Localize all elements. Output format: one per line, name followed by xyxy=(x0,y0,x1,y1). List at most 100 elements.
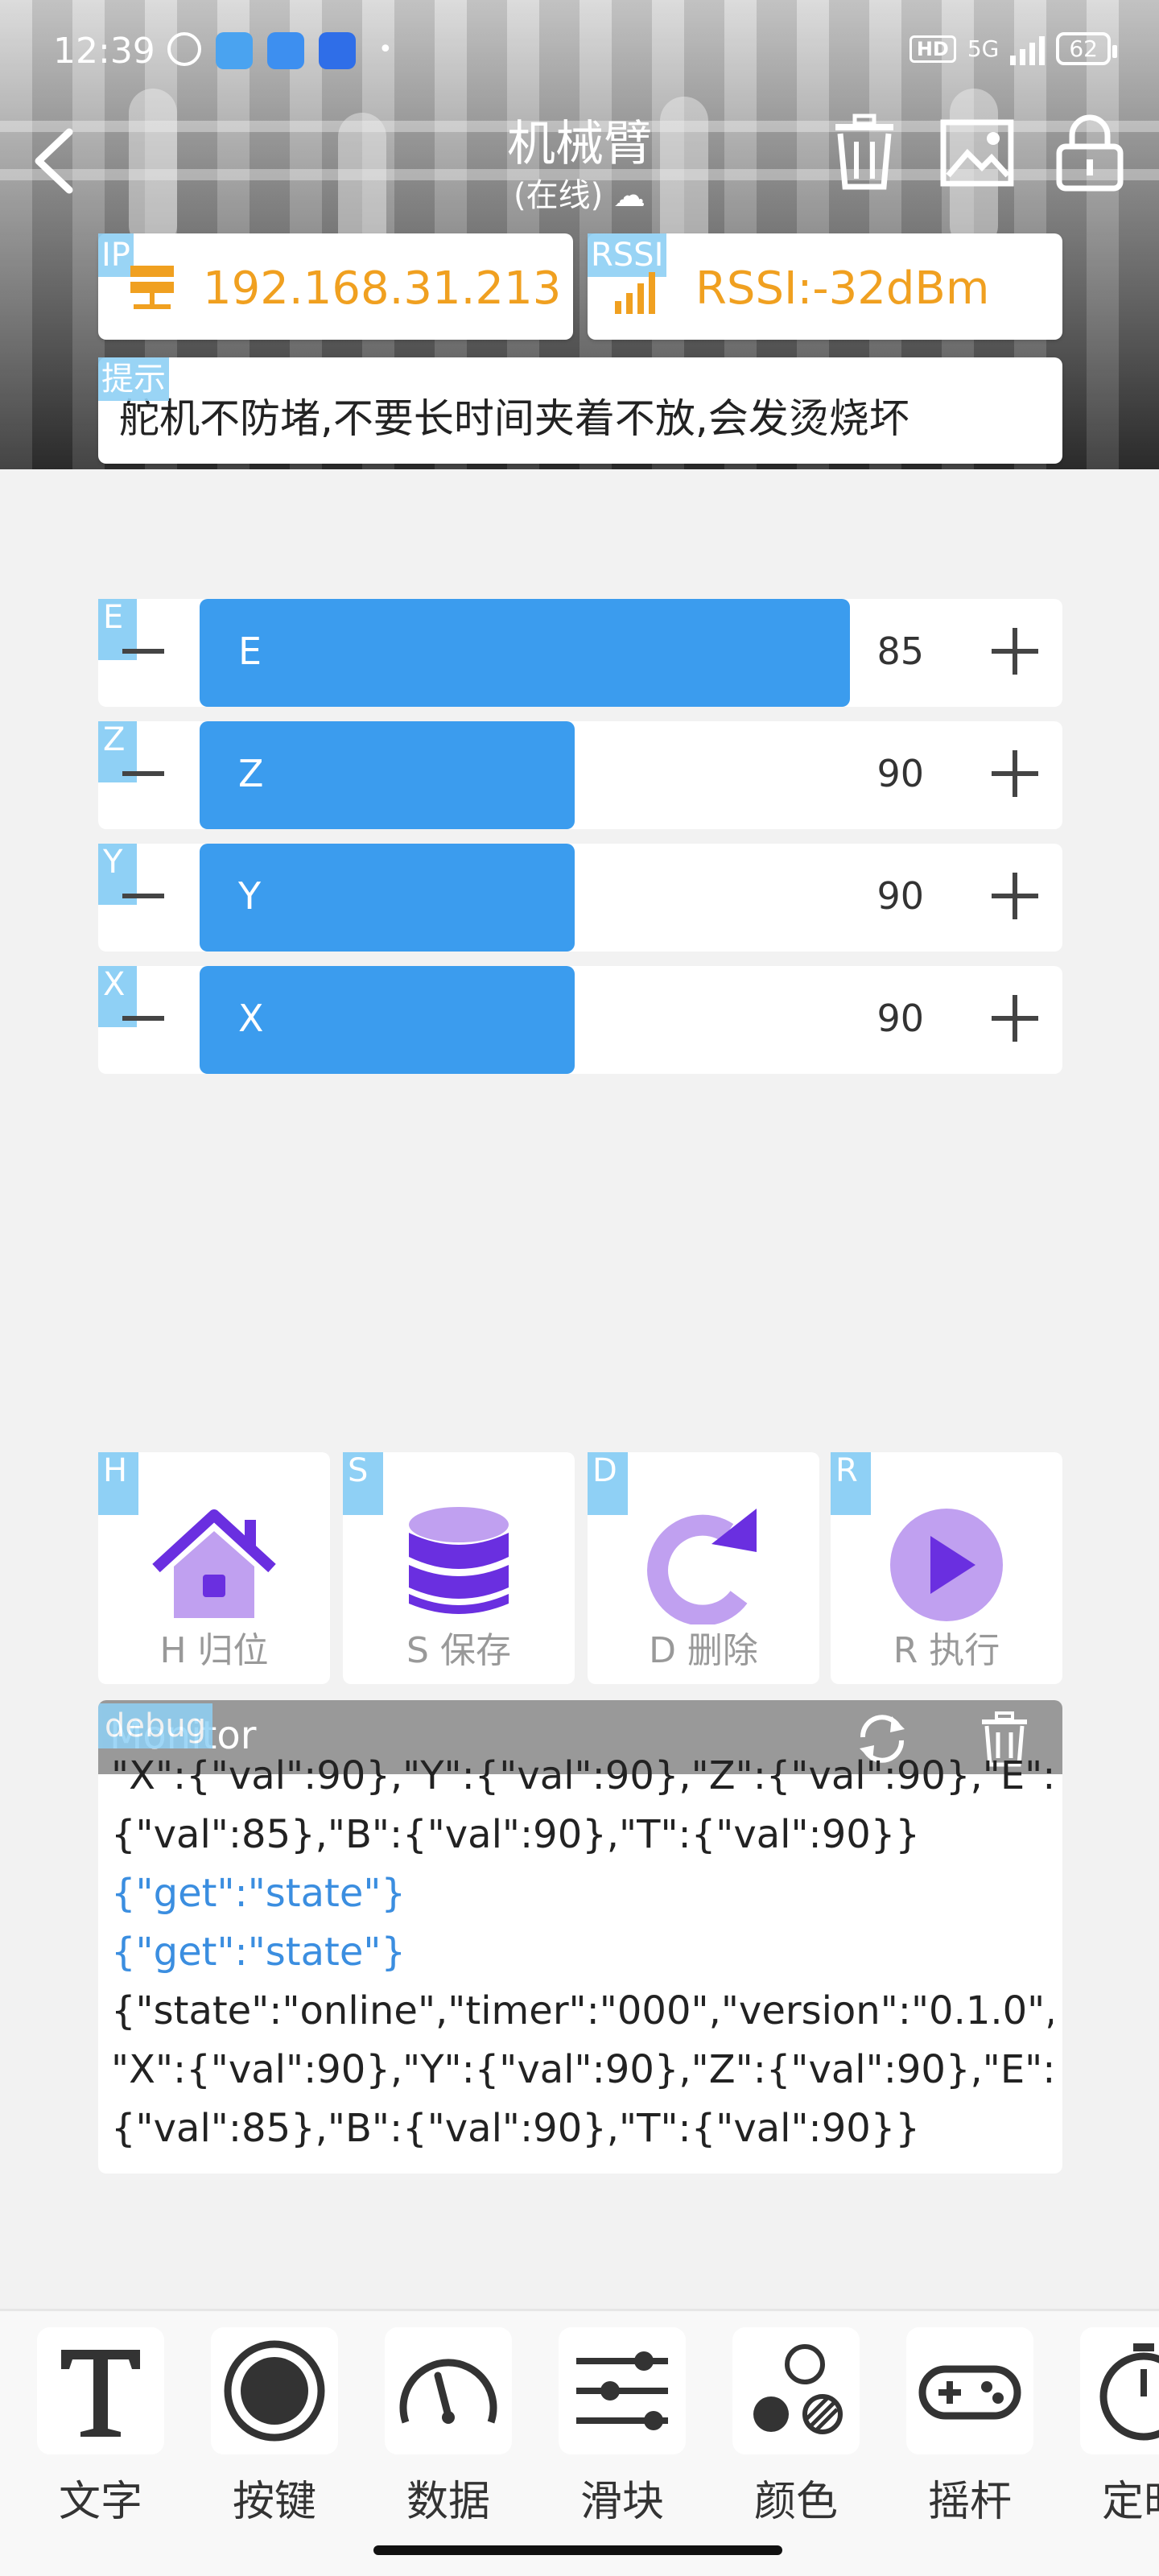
network-type: 5G xyxy=(967,35,1000,62)
decrement-button[interactable] xyxy=(122,649,164,654)
chat-app-icon xyxy=(267,32,304,69)
log-line: {"get":"state"} xyxy=(111,1930,406,1975)
toolbar-item-joystick[interactable]: 摇杆 xyxy=(906,2327,1033,2528)
action-label: S 保存 xyxy=(406,1630,511,1671)
delete-button[interactable] xyxy=(827,111,901,192)
tool-label: 颜色 xyxy=(753,2478,838,2526)
log-line: {"val":85},"B":{"val":90},"T":{"val":90}… xyxy=(111,2106,920,2151)
action-label: H 归位 xyxy=(159,1630,269,1671)
signal-icon xyxy=(1010,33,1046,65)
tool-box xyxy=(906,2327,1033,2454)
tool-label: 摇杆 xyxy=(927,2478,1012,2526)
delete-action-button[interactable]: D D 删除 xyxy=(588,1452,819,1684)
home-action-button[interactable]: H H 归位 xyxy=(98,1452,330,1684)
lock-icon xyxy=(1056,114,1124,192)
action-tag: R xyxy=(831,1452,871,1515)
debug-monitor: Monitor debug "X":{"val":90},"Y":{"val":… xyxy=(98,1700,1062,2174)
slider-track[interactable]: Y xyxy=(200,844,964,952)
slider-value: 90 xyxy=(876,874,924,918)
increment-button[interactable] xyxy=(992,628,1038,675)
tool-label: 定时 xyxy=(1101,2478,1159,2526)
decrement-button[interactable] xyxy=(122,1016,164,1021)
slider-track[interactable]: Z xyxy=(200,721,964,829)
slider-icon xyxy=(576,2351,668,2430)
toolbar-item-timer[interactable]: 定时 xyxy=(1080,2327,1159,2528)
slider-value: 90 xyxy=(876,752,924,795)
increment-button[interactable] xyxy=(992,873,1038,919)
server-icon xyxy=(130,266,174,309)
text-icon xyxy=(61,2350,140,2437)
refresh-icon xyxy=(647,1509,757,1624)
rssi-value: RSSI:-32dBm xyxy=(695,262,990,315)
toolbar-item-slider[interactable]: 滑块 xyxy=(559,2327,686,2528)
slider-value: 85 xyxy=(876,630,924,673)
toolbar-item-text[interactable]: 文字 xyxy=(37,2327,164,2528)
tip-tag: 提示 xyxy=(98,357,169,401)
action-label: D 删除 xyxy=(649,1630,758,1671)
online-status: (在线) xyxy=(514,177,604,214)
toolbar-item-color[interactable]: 颜色 xyxy=(732,2327,860,2528)
toolbar-item-data[interactable]: 数据 xyxy=(385,2327,512,2528)
slider-track[interactable]: X xyxy=(200,966,964,1074)
action-tag: S xyxy=(343,1452,383,1515)
toolbar-item-button[interactable]: 按键 xyxy=(211,2327,338,2528)
timer-icon xyxy=(1099,2343,1159,2441)
home-icon xyxy=(152,1509,276,1618)
slider-x: X X 90 xyxy=(98,966,1062,1074)
status-dot: • xyxy=(378,35,393,64)
slider-z: Z Z 90 xyxy=(98,721,1062,829)
tip-card: 舵机不防堵,不要长时间夹着不放,会发烫烧坏 提示 xyxy=(98,357,1062,464)
lock-button[interactable] xyxy=(1053,111,1127,192)
database-icon xyxy=(409,1507,509,1614)
nav-bar: 机械臂 (在线) ☁ xyxy=(0,97,1159,217)
gauge-icon xyxy=(399,2359,497,2424)
log-line: {"val":85},"B":{"val":90},"T":{"val":90}… xyxy=(111,1812,920,1857)
play-icon xyxy=(890,1509,1003,1621)
rssi-card: RSSI RSSI:-32dBm xyxy=(588,233,1062,340)
slider-label: Y xyxy=(238,874,262,918)
increment-button[interactable] xyxy=(992,995,1038,1042)
slider-label: E xyxy=(238,630,262,673)
button-icon xyxy=(224,2340,325,2442)
tool-box xyxy=(211,2327,338,2454)
tool-label: 文字 xyxy=(58,2478,142,2526)
run-action-button[interactable]: R R 执行 xyxy=(831,1452,1062,1684)
tool-label: 滑块 xyxy=(580,2478,664,2526)
tip-text: 舵机不防堵,不要长时间夹着不放,会发烫烧坏 xyxy=(119,395,909,442)
color-icon xyxy=(753,2344,843,2434)
hd-badge: HD xyxy=(909,35,956,63)
tool-box xyxy=(37,2327,164,2454)
gamepad-icon xyxy=(918,2365,1021,2420)
decrement-button[interactable] xyxy=(122,771,164,776)
slider-label: Z xyxy=(238,752,264,795)
save-action-button[interactable]: S S 保存 xyxy=(343,1452,575,1684)
trash-icon xyxy=(835,114,893,190)
ip-value: 192.168.31.213 xyxy=(203,262,562,315)
shield-app-icon xyxy=(319,32,356,69)
log-line: {"get":"state"} xyxy=(111,1871,406,1916)
action-label: R 执行 xyxy=(893,1630,1000,1671)
status-time: 12:39 xyxy=(53,31,155,72)
monitor-tag: debug xyxy=(98,1703,213,1748)
weather-app-icon xyxy=(216,32,253,69)
decrement-button[interactable] xyxy=(122,894,164,898)
ip-card: IP 192.168.31.213 xyxy=(98,233,573,340)
log-line: "X":{"val":90},"Y":{"val":90},"Z":{"val"… xyxy=(111,2047,1053,2092)
monitor-log: "X":{"val":90},"Y":{"val":90},"Z":{"val"… xyxy=(111,1753,1053,2158)
slider-label: X xyxy=(238,997,264,1040)
cloud-icon: ☁ xyxy=(612,177,645,214)
header-background: 12:39 • HD 5G 62 机械臂 (在线) ☁ IP 192.168.3… xyxy=(0,0,1159,469)
image-icon xyxy=(940,119,1014,187)
increment-button[interactable] xyxy=(992,750,1038,797)
signal-strength-icon xyxy=(615,272,655,314)
slider-y: Y Y 90 xyxy=(98,844,1062,952)
image-button[interactable] xyxy=(940,111,1014,192)
log-line: "X":{"val":90},"Y":{"val":90},"Z":{"val"… xyxy=(111,1753,1053,1798)
status-app-icons xyxy=(167,32,356,69)
alarm-icon xyxy=(167,32,201,66)
home-indicator[interactable] xyxy=(373,2545,782,2555)
slider-track[interactable]: E xyxy=(200,599,964,707)
tool-box xyxy=(1080,2327,1159,2454)
action-tag: D xyxy=(588,1452,628,1515)
log-line: {"state":"online","timer":"000","version… xyxy=(111,1988,1053,2033)
